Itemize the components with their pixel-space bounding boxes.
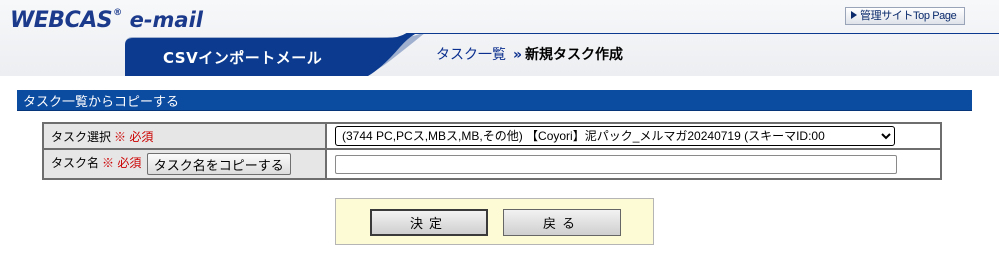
breadcrumb-task-list-link[interactable]: タスク一覧	[436, 47, 506, 63]
logo-registered-mark: ®	[113, 8, 122, 18]
task-name-label-cell: タスク名 ※ 必須 タスク名をコピーする	[42, 148, 327, 180]
task-name-input[interactable]	[335, 154, 897, 174]
copy-task-name-button[interactable]: タスク名をコピーする	[146, 153, 291, 175]
page-module-title: CSVインポートメール	[163, 49, 323, 67]
header: WEBCAS® e-mail 管理サイトTop Page CSVインポートメール …	[0, 0, 999, 76]
logo-text: WEBCAS	[10, 8, 113, 33]
webcas-logo: WEBCAS® e-mail	[10, 8, 203, 33]
logo-subtitle: e-mail	[129, 8, 204, 32]
task-name-label: タスク名	[51, 156, 100, 171]
decide-button[interactable]: 決定	[370, 209, 488, 236]
section-header: タスク一覧からコピーする	[17, 90, 972, 111]
action-panel: 決定 戻る	[335, 198, 654, 245]
admin-top-page-link[interactable]: 管理サイトTop Page	[845, 7, 965, 25]
required-mark: ※ 必須	[114, 129, 154, 144]
required-mark: ※ 必須	[102, 156, 142, 171]
task-copy-form: タスク選択 ※ 必須 (3744 PC,PCス,MBス,MB,その他) 【Coyo…	[42, 122, 942, 180]
task-select-label: タスク選択	[51, 129, 112, 144]
task-name-row: タスク名 ※ 必須 タスク名をコピーする	[42, 148, 942, 180]
task-select-row: タスク選択 ※ 必須 (3744 PC,PCス,MBス,MB,その他) 【Coyo…	[42, 122, 942, 150]
back-button[interactable]: 戻る	[503, 209, 621, 236]
breadcrumb-separator-icon: »	[513, 47, 522, 63]
task-select-label-cell: タスク選択 ※ 必須	[42, 122, 327, 150]
task-select-value-cell: (3744 PC,PCス,MBス,MB,その他) 【Coyori】泥パック_メル…	[325, 122, 942, 150]
play-arrow-icon	[851, 11, 857, 19]
admin-top-page-label: 管理サイトTop Page	[860, 10, 957, 22]
breadcrumb: タスク一覧 » 新規タスク作成	[436, 44, 623, 64]
task-select-dropdown[interactable]: (3744 PC,PCス,MBス,MB,その他) 【Coyori】泥パック_メル…	[335, 126, 895, 146]
section-title: タスク一覧からコピーする	[23, 95, 180, 110]
breadcrumb-current: 新規タスク作成	[525, 47, 624, 63]
task-name-value-cell	[325, 148, 942, 180]
